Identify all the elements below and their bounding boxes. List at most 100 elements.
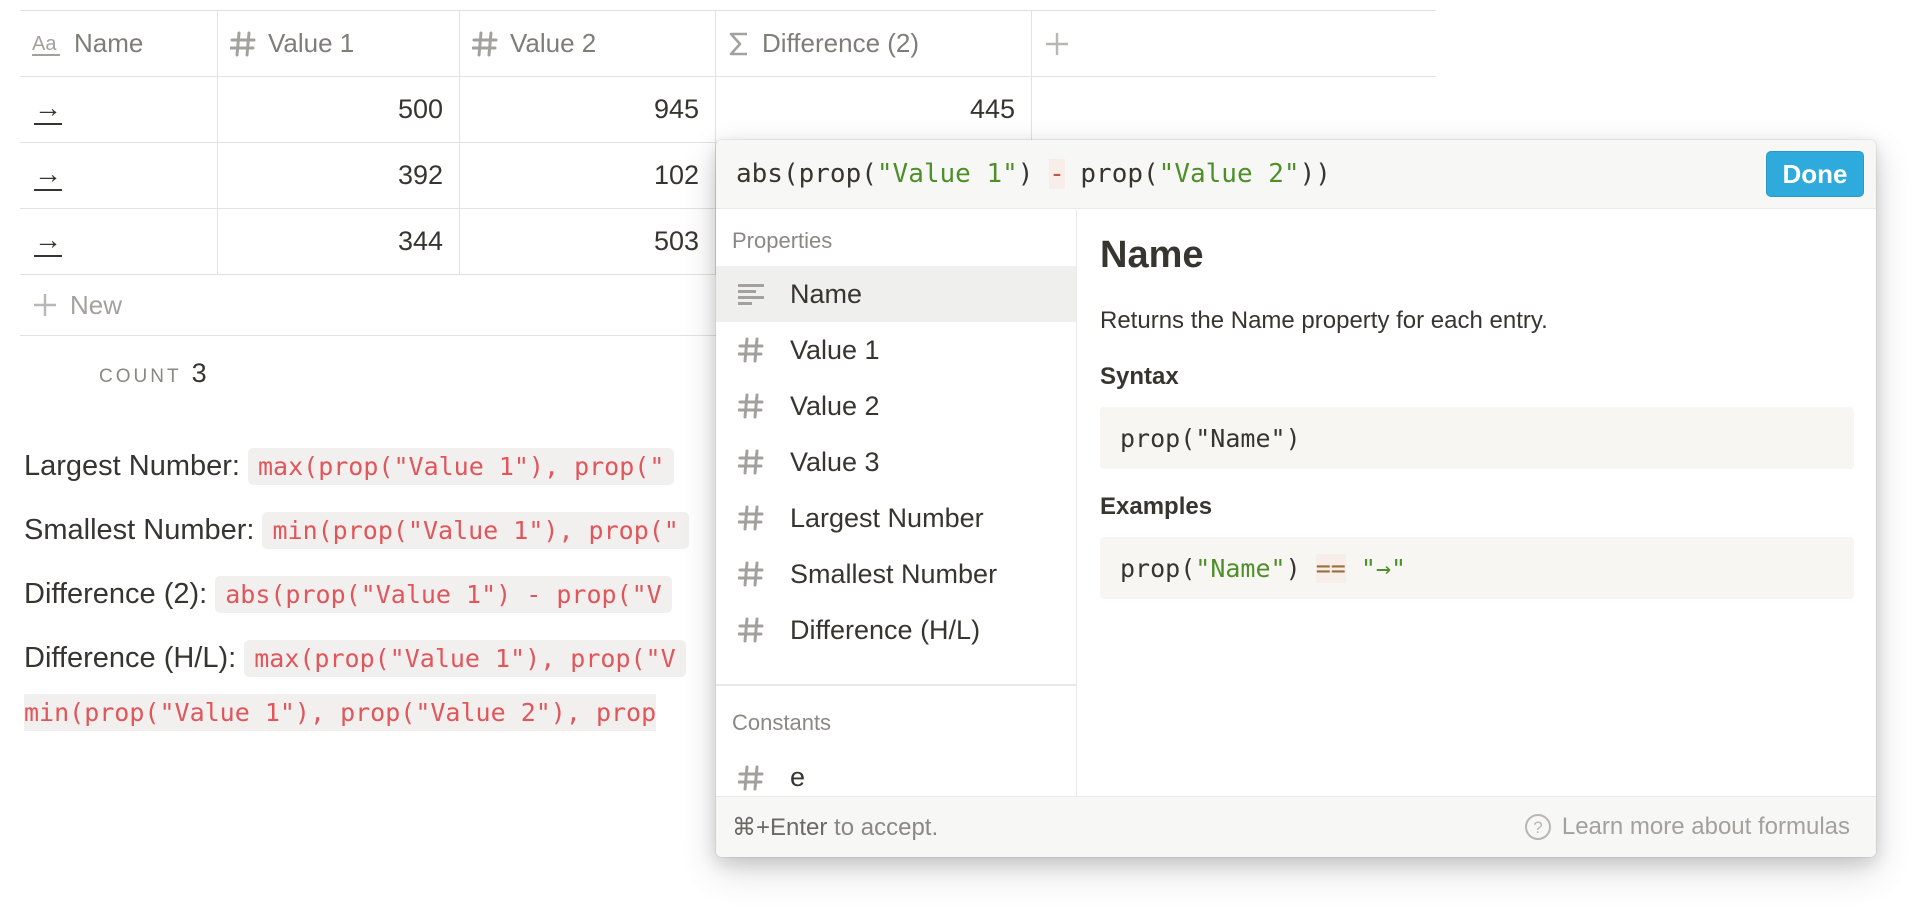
column-header-name[interactable]: Aa Name: [20, 11, 218, 76]
note-largest-number: Largest Number: max(prop("Value 1"), pro…: [24, 448, 675, 485]
code-token: prop(: [1120, 553, 1196, 583]
arrow-name-value: →: [34, 92, 62, 125]
formula-popup-footer: ⌘+Enter to accept. ? Learn more about fo…: [716, 796, 1876, 857]
note-smallest-number: Smallest Number: min(prop("Value 1"), pr…: [24, 512, 689, 549]
value-2-cell[interactable]: 503: [460, 209, 716, 274]
column-header-label: Difference (2): [762, 28, 920, 58]
difference-cell[interactable]: 445: [716, 77, 1032, 142]
new-row-label: New: [70, 289, 123, 320]
code-string-token: "Name": [1195, 553, 1286, 583]
property-label: Difference (H/L): [790, 614, 981, 645]
constant-label: e: [790, 762, 806, 792]
sigma-icon: [729, 32, 747, 55]
property-label: Value 1: [790, 334, 880, 365]
property-item-value-3[interactable]: Value 3: [716, 434, 1076, 490]
column-header-label: Value 2: [510, 28, 597, 58]
hash-icon: [738, 505, 764, 531]
formula-string-token: "Value 1": [876, 159, 1018, 189]
note-code: max(prop("Value 1"), prop("V: [244, 640, 686, 677]
help-circle-icon: ?: [1524, 814, 1551, 840]
value-1-cell[interactable]: 500: [218, 77, 460, 142]
value-2-cell[interactable]: 945: [460, 77, 716, 142]
column-header-label: Value 1: [268, 28, 355, 58]
property-item-value-1[interactable]: Value 1: [716, 322, 1076, 378]
shortcut-key: ⌘+Enter: [732, 813, 828, 841]
property-item-largest-number[interactable]: Largest Number: [716, 490, 1076, 546]
hash-icon: [738, 617, 764, 643]
note-code: abs(prop("Value 1") - prop("V: [215, 576, 672, 613]
hash-icon: [738, 561, 764, 587]
column-header-value-1[interactable]: Value 1: [218, 11, 460, 76]
formula-editor-popup: abs(prop("Value 1") - prop("Value 2")) D…: [716, 140, 1876, 857]
properties-section-title: Properties: [732, 228, 833, 253]
property-item-difference-hl[interactable]: Difference (H/L): [716, 602, 1076, 658]
text-lines-icon: [738, 284, 764, 305]
property-label: Value 2: [790, 390, 880, 421]
formula-operator-token: -: [1049, 159, 1065, 189]
properties-list[interactable]: Properties Name Value 1 Value 2 Value 3 …: [716, 210, 1077, 796]
column-header-value-2[interactable]: Value 2: [460, 11, 716, 76]
note-label: Difference (2):: [24, 578, 208, 610]
doc-examples-title: Examples: [1100, 493, 1213, 520]
property-label: Largest Number: [790, 502, 984, 533]
arrow-name-value: →: [34, 158, 62, 191]
formula-popup-body: Properties Name Value 1 Value 2 Value 3 …: [716, 210, 1876, 796]
done-button[interactable]: Done: [1766, 151, 1864, 197]
formula-input[interactable]: abs(prop("Value 1") - prop("Value 2")) D…: [716, 140, 1876, 209]
hash-icon: [738, 337, 764, 363]
empty-cell: [1032, 77, 1436, 142]
note-code: min(prop("Value 1"), prop(": [262, 512, 689, 549]
add-column-button[interactable]: [1032, 11, 1436, 76]
property-item-smallest-number[interactable]: Smallest Number: [716, 546, 1076, 602]
name-cell[interactable]: →: [20, 77, 218, 142]
name-cell[interactable]: →: [20, 209, 218, 274]
code-string-token: "→": [1360, 553, 1407, 583]
value-1-cell[interactable]: 344: [218, 209, 460, 274]
column-header-label: Name: [74, 28, 144, 58]
constant-item-e[interactable]: e: [716, 750, 1076, 797]
note-label: Smallest Number:: [24, 514, 255, 546]
constants-section-title: Constants: [732, 709, 832, 735]
note-difference-hl: Difference (H/L): max(prop("Value 1"), p…: [24, 640, 686, 677]
count-summary[interactable]: COUNT 3: [99, 358, 207, 389]
documentation-pane: Name Returns the Name property for each …: [1077, 210, 1876, 796]
formula-token: abs(prop(: [736, 159, 877, 189]
formula-string-token: "Value 2": [1158, 159, 1300, 189]
value-1-cell[interactable]: 392: [218, 143, 460, 208]
name-cell[interactable]: →: [20, 143, 218, 208]
doc-syntax-title: Syntax: [1100, 363, 1179, 390]
note-label: Difference (H/L):: [24, 642, 237, 674]
accept-hint-text: to accept.: [827, 813, 939, 841]
plus-icon: [34, 294, 56, 316]
note-label: Largest Number:: [24, 450, 240, 482]
code-token: ): [1285, 553, 1316, 583]
formula-text[interactable]: abs(prop("Value 1") - prop("Value 2")): [736, 159, 1331, 189]
property-label: Name: [790, 278, 863, 309]
table-header-row: Aa Name Value 1 Value 2 Difference (2): [20, 10, 1436, 77]
learn-more-label: Learn more about formulas: [1561, 813, 1850, 840]
svg-text:?: ?: [1533, 818, 1542, 837]
doc-example-code: prop("Name") == "→": [1100, 537, 1854, 599]
accept-hint: ⌘+Enter to accept.: [732, 813, 938, 842]
property-item-value-2[interactable]: Value 2: [716, 378, 1076, 434]
value-2-cell[interactable]: 102: [460, 143, 716, 208]
property-item-name[interactable]: Name: [716, 266, 1076, 322]
hash-icon: [738, 449, 764, 475]
formula-token: ): [1017, 159, 1050, 189]
hash-icon: [738, 765, 764, 790]
table-row[interactable]: → 500 945 445: [20, 77, 1436, 143]
formula-token: )): [1299, 159, 1331, 189]
svg-text:Aa: Aa: [32, 33, 57, 55]
learn-more-link[interactable]: ? Learn more about formulas: [1524, 813, 1850, 841]
doc-description: Returns the Name property for each entry…: [1100, 307, 1548, 334]
doc-title: Name: [1100, 234, 1204, 276]
property-label: Smallest Number: [790, 558, 998, 589]
plus-icon: [1046, 32, 1068, 55]
count-label: COUNT: [99, 366, 182, 387]
note-code-continuation: min(prop("Value 1"), prop("Value 2"), pr…: [24, 694, 657, 731]
column-header-difference[interactable]: Difference (2): [716, 11, 1032, 76]
note-code: max(prop("Value 1"), prop(": [248, 448, 675, 485]
note-difference-2: Difference (2): abs(prop("Value 1") - pr…: [24, 576, 672, 613]
doc-syntax-code: prop("Name"): [1100, 407, 1854, 469]
